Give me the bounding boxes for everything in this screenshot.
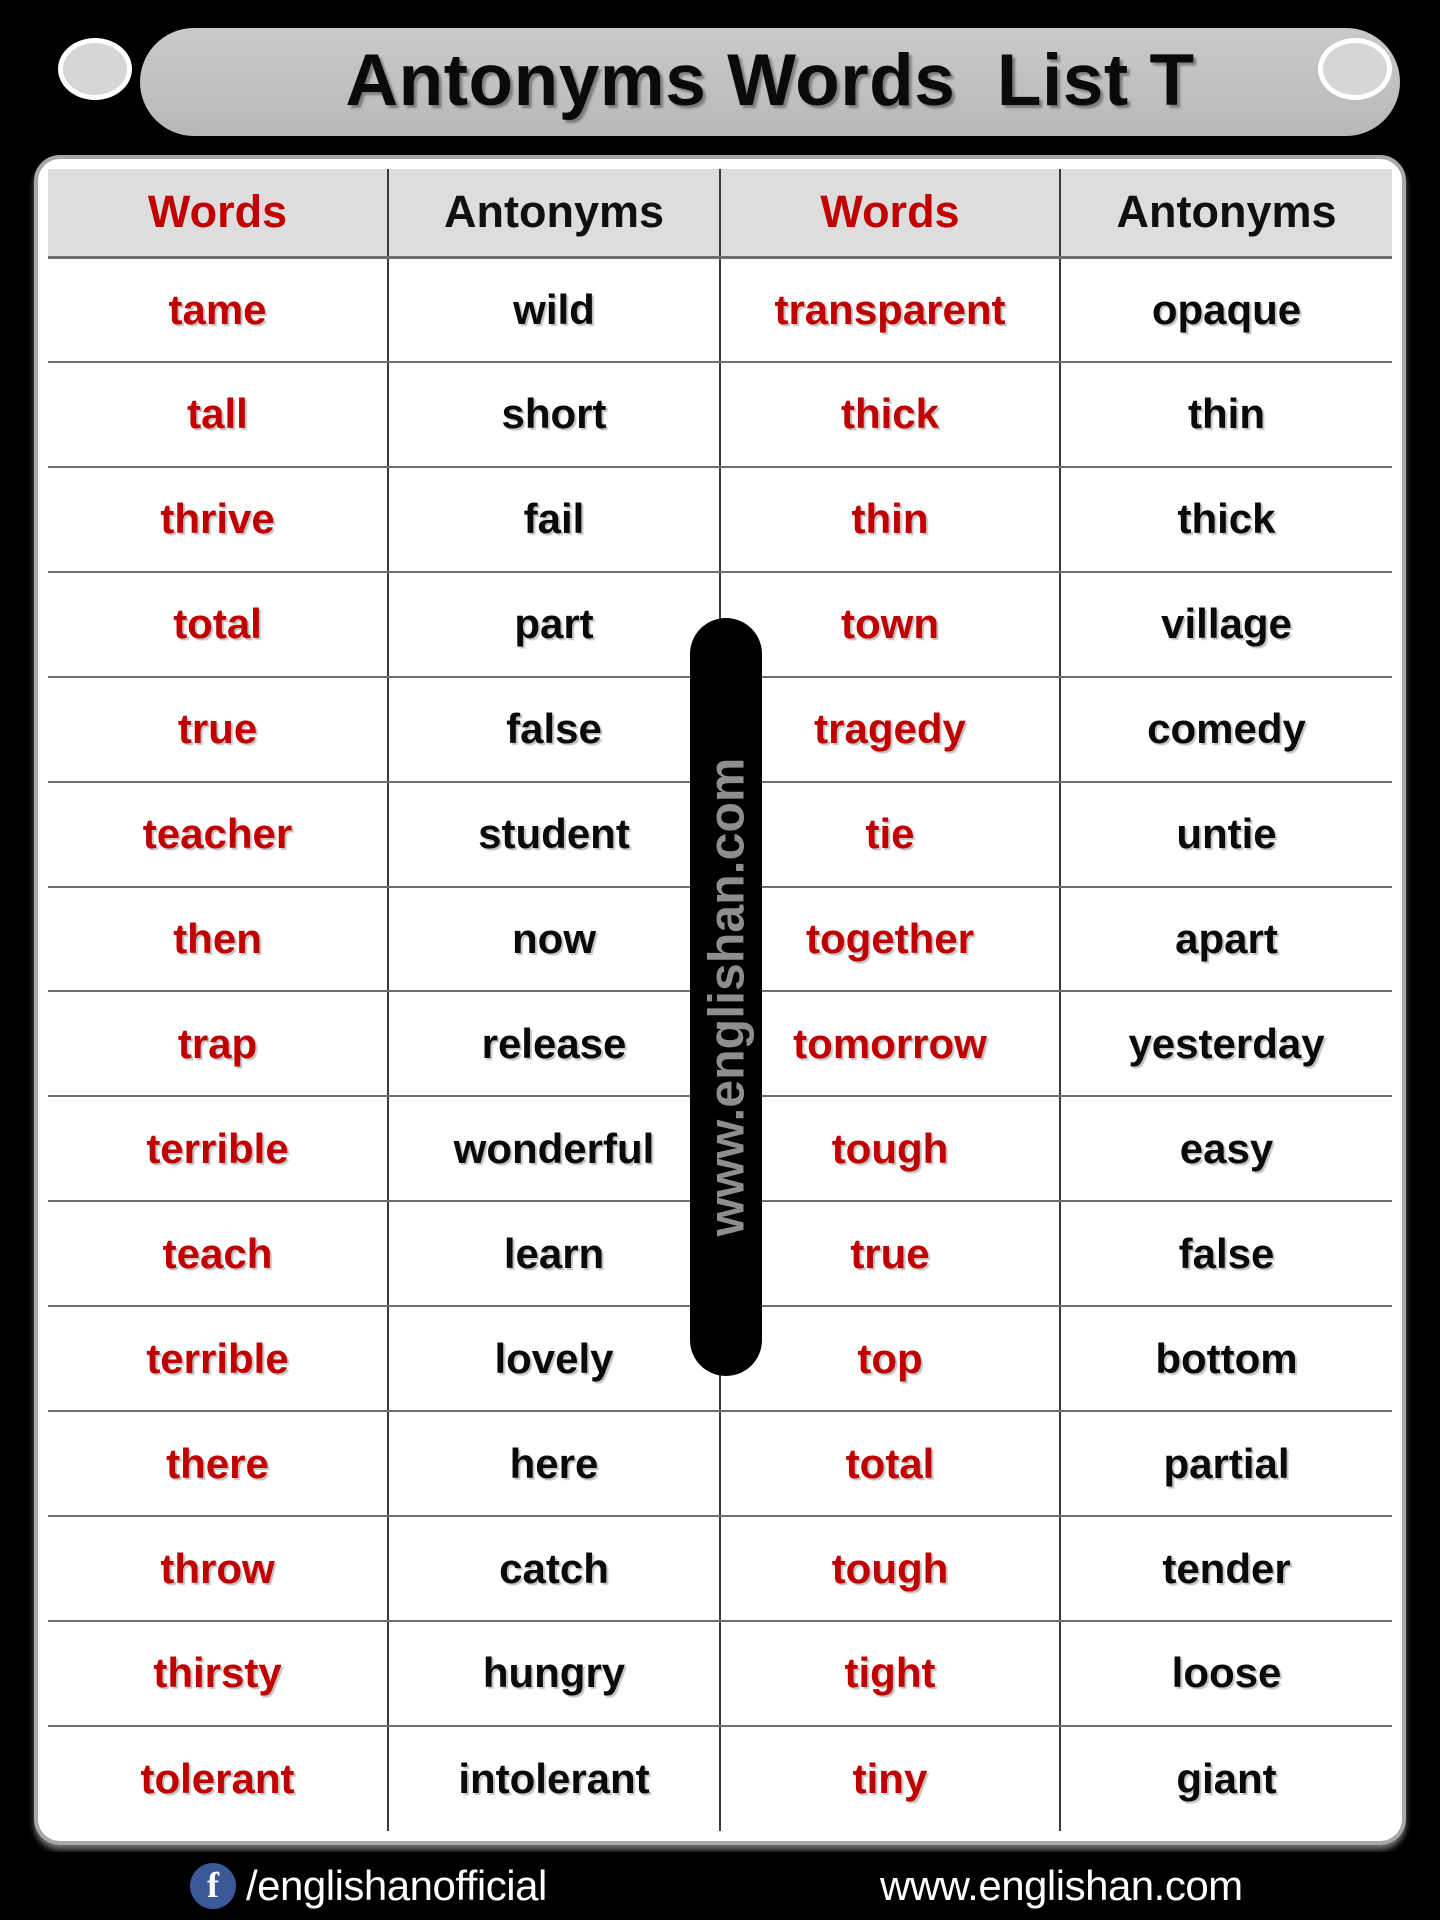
cell-word-left: total xyxy=(48,571,390,678)
cell-word-right: tough xyxy=(719,1516,1062,1622)
table-row: true false tragedy comedy xyxy=(48,676,1392,783)
column-header-antonyms-1: Antonyms xyxy=(388,169,721,259)
cell-word-right: tiny xyxy=(719,1725,1062,1831)
cell-word-left: trap xyxy=(48,991,390,1098)
cell-word-right: total xyxy=(719,1411,1062,1518)
antonyms-table: Words Antonyms Words Antonyms tame wild tr… xyxy=(48,169,1392,1831)
cell-antonym-left: here xyxy=(388,1411,721,1518)
cell-word-left: true xyxy=(48,676,390,783)
table-row: there here total partial xyxy=(48,1411,1392,1518)
cell-antonym-right: opaque xyxy=(1060,257,1392,363)
cell-word-right: tight xyxy=(719,1620,1062,1727)
column-header-antonyms-2: Antonyms xyxy=(1060,169,1392,259)
page-title: Antonyms Words List T xyxy=(345,39,1195,121)
antonyms-card: Words Antonyms Words Antonyms tame wild tr… xyxy=(34,155,1406,1845)
cell-word-right: top xyxy=(719,1306,1062,1413)
cell-antonym-right: easy xyxy=(1060,1096,1392,1203)
cell-word-left: thrive xyxy=(48,466,390,573)
table-row: tolerant intolerant tiny giant xyxy=(48,1725,1392,1831)
table-header-row: Words Antonyms Words Antonyms xyxy=(48,169,1392,259)
cell-antonym-left: short xyxy=(388,361,721,468)
cell-antonym-left: wonderful xyxy=(388,1096,721,1203)
cell-word-left: teach xyxy=(48,1201,390,1308)
website-url[interactable]: www.englishan.com xyxy=(880,1862,1243,1910)
oval-knob-icon-left xyxy=(58,38,132,100)
table-row: total part town village xyxy=(48,571,1392,678)
cell-antonym-left: hungry xyxy=(388,1620,721,1727)
cell-word-left: there xyxy=(48,1411,390,1518)
cell-antonym-left: lovely xyxy=(388,1306,721,1413)
cell-word-right: thin xyxy=(719,466,1062,573)
table-body: tame wild transparent opaque tall short thick t… xyxy=(48,257,1392,1831)
table-row: tame wild transparent opaque xyxy=(48,257,1392,363)
cell-word-right: true xyxy=(719,1201,1062,1308)
poster-root: Antonyms Words List T Words Antonyms Wor… xyxy=(0,0,1440,1920)
table-row: terrible lovely top bottom xyxy=(48,1306,1392,1413)
cell-word-left: tolerant xyxy=(48,1725,390,1831)
cell-word-right: tomorrow xyxy=(719,991,1062,1098)
cell-antonym-right: false xyxy=(1060,1201,1392,1308)
cell-antonym-left: part xyxy=(388,571,721,678)
cell-antonym-right: partial xyxy=(1060,1411,1392,1518)
cell-word-right: tragedy xyxy=(719,676,1062,783)
column-header-words-1: Words xyxy=(48,169,390,259)
header-banner: Antonyms Words List T xyxy=(140,28,1400,136)
cell-word-right: town xyxy=(719,571,1062,678)
cell-antonym-left: now xyxy=(388,886,721,993)
cell-antonym-right: untie xyxy=(1060,781,1392,888)
facebook-block[interactable]: f /englishanofficial xyxy=(190,1862,547,1910)
cell-word-left: then xyxy=(48,886,390,993)
cell-antonym-left: fail xyxy=(388,466,721,573)
cell-antonym-left: false xyxy=(388,676,721,783)
table-row: trap release tomorrow yesterday xyxy=(48,991,1392,1098)
cell-word-right: tough xyxy=(719,1096,1062,1203)
cell-antonym-right: giant xyxy=(1176,1754,1277,1802)
table-row: throw catch tough tender xyxy=(48,1516,1392,1622)
cell-word-left: tall xyxy=(48,361,390,468)
cell-antonym-left: intolerant xyxy=(388,1725,721,1831)
cell-antonym-right: comedy xyxy=(1060,676,1392,783)
cell-word-left: terrible xyxy=(48,1306,390,1413)
cell-word-right: together xyxy=(719,886,1062,993)
table-row: thirsty hungry tight loose xyxy=(48,1620,1392,1727)
cell-antonym-right: thin xyxy=(1060,361,1392,468)
cell-word-left: throw xyxy=(48,1516,390,1622)
cell-word-left: thirsty xyxy=(48,1620,390,1727)
cell-word-right: thick xyxy=(719,361,1062,468)
cell-word-left: terrible xyxy=(48,1096,390,1203)
cell-antonym-left: release xyxy=(388,991,721,1098)
cell-antonym-left: wild xyxy=(388,257,721,363)
cell-antonym-right: thick xyxy=(1060,466,1392,573)
cell-antonym-left: student xyxy=(388,781,721,888)
table-row: tall short thick thin xyxy=(48,361,1392,468)
cell-antonym-right: apart xyxy=(1060,886,1392,993)
cell-word-left: tame xyxy=(48,257,390,363)
column-header-words-2: Words xyxy=(719,169,1062,259)
cell-antonym-right: tender xyxy=(1060,1516,1392,1622)
footer-bar: f /englishanofficial www.englishan.com xyxy=(0,1852,1440,1920)
cell-word-right: tie xyxy=(719,781,1062,888)
cell-antonym-right: loose xyxy=(1060,1620,1392,1727)
cell-antonym-right: village xyxy=(1060,571,1392,678)
table-row: terrible wonderful tough easy xyxy=(48,1096,1392,1203)
cell-antonym-right: bottom xyxy=(1060,1306,1392,1413)
cell-word-left: teacher xyxy=(48,781,390,888)
table-row: thrive fail thin thick xyxy=(48,466,1392,573)
cell-antonym-left: catch xyxy=(388,1516,721,1622)
table-row: then now together apart xyxy=(48,886,1392,993)
facebook-handle[interactable]: /englishanofficial xyxy=(246,1862,547,1910)
table-row: teacher student tie untie xyxy=(48,781,1392,888)
cell-word-right: transparent xyxy=(719,257,1062,363)
cell-antonym-right: yesterday xyxy=(1060,991,1392,1098)
table-row: teach learn true false xyxy=(48,1201,1392,1308)
facebook-icon[interactable]: f xyxy=(190,1863,236,1909)
oval-knob-icon-right xyxy=(1318,38,1392,100)
cell-antonym-left: learn xyxy=(388,1201,721,1308)
